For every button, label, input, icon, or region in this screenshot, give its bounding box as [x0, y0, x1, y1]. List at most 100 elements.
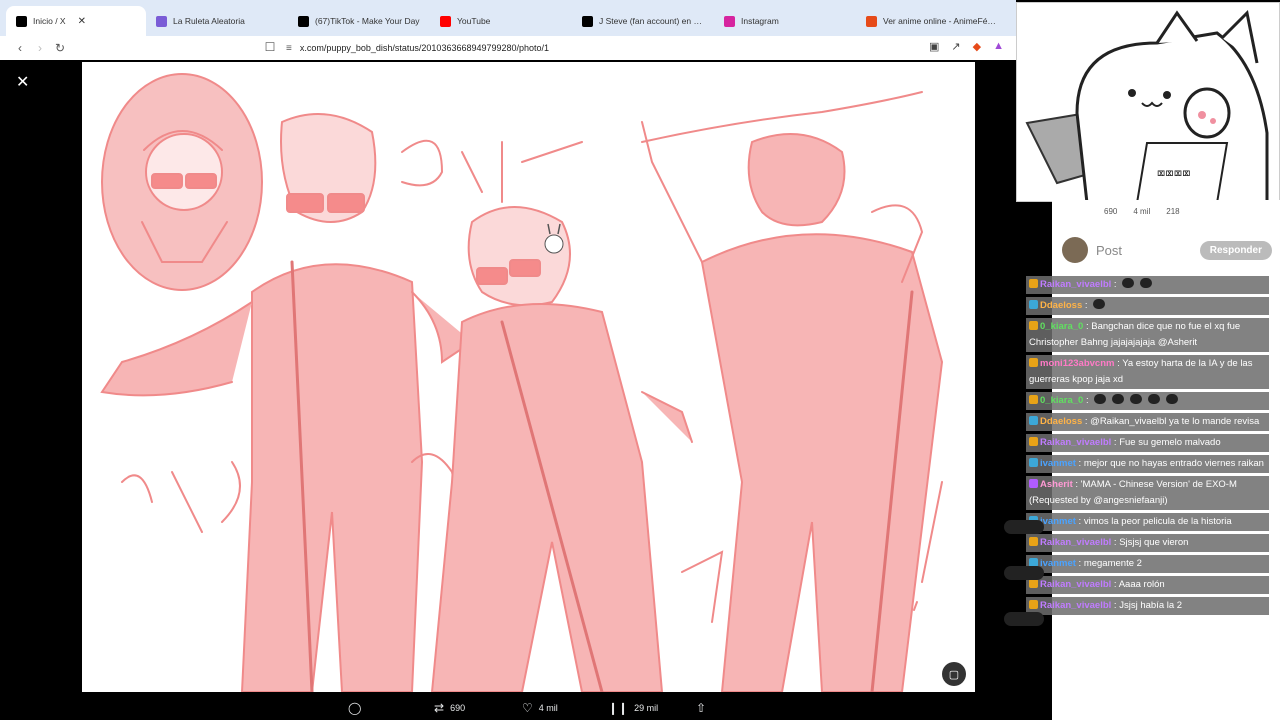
- browser-tab[interactable]: YouTube: [430, 6, 572, 36]
- share-icon[interactable]: ↗: [951, 40, 960, 53]
- expand-image-icon[interactable]: ▢: [942, 662, 966, 686]
- strip-like-count: 4 mil: [1133, 206, 1151, 216]
- reload-icon[interactable]: ↻: [50, 41, 70, 55]
- instagram-icon: [724, 15, 735, 27]
- post-actions-bar: ◯ ⇄ 690 ♡ 4 mil ❙❙ 29 mil ⇧: [0, 698, 1052, 720]
- chat-emote-icon: [1093, 299, 1106, 309]
- post-image[interactable]: [82, 62, 975, 692]
- address-bar[interactable]: ≡ x.com/puppy_bob_dish/status/2010363668…: [286, 38, 906, 58]
- post-placeholder[interactable]: Post: [1096, 243, 1122, 258]
- browser-toolbar: ‹ › ↻ ☐ ≡ x.com/puppy_bob_dish/status/20…: [0, 36, 1016, 60]
- chat-separator: :: [1072, 479, 1081, 490]
- like-button[interactable]: ♡ 4 mil: [522, 701, 558, 715]
- forward-icon[interactable]: ›: [30, 41, 50, 55]
- repost-icon: ⇄: [434, 701, 445, 715]
- bongo-cat-overlay: ⌧⌧⌧⌧: [1016, 2, 1280, 202]
- chat-username[interactable]: Raikan_vivaelbl: [1040, 437, 1111, 448]
- svg-text:⌧⌧⌧⌧: ⌧⌧⌧⌧: [1157, 166, 1191, 182]
- chat-username[interactable]: Asherit: [1040, 479, 1073, 490]
- chat-badge-icon: [1029, 358, 1038, 367]
- reply-composer: Post Responder: [1062, 236, 1272, 264]
- chat-text: Sjsjsj que vieron: [1119, 537, 1189, 548]
- chat-separator: :: [1082, 416, 1091, 427]
- chat-message: 0_kiara_0 : Bangchan dice que no fue el …: [1026, 318, 1269, 352]
- chat-message: Raikan_vivaelbl : Sjsjsj que vieron: [1026, 534, 1269, 552]
- chat-badge-icon: [1029, 479, 1038, 488]
- chat-username[interactable]: 0_kiara_0: [1040, 395, 1083, 406]
- tab-label: J Steve (fan account) en X: "wf: [599, 16, 704, 26]
- chat-text: @Raikan_vivaelbl ya te lo mande revisa: [1090, 416, 1260, 427]
- browser-tab[interactable]: (67)TikTok - Make Your Day: [288, 6, 430, 36]
- chat-username[interactable]: ivanmet: [1040, 458, 1076, 469]
- chat-text: vimos la peor pelicula de la historia: [1083, 516, 1232, 527]
- tweet-stats-strip: 690 4 mil 218: [1024, 202, 1274, 220]
- repost-button[interactable]: ⇄ 690: [434, 701, 465, 715]
- url-text: x.com/puppy_bob_dish/status/201036366894…: [299, 43, 550, 53]
- chat-separator: :: [1075, 458, 1084, 469]
- brave-shield-icon[interactable]: ◆: [973, 40, 981, 53]
- browser-tab[interactable]: Inicio / X ✕: [6, 6, 146, 36]
- chat-message: Ddaeloss : @Raikan_vivaelbl ya te lo man…: [1026, 413, 1269, 431]
- photo-viewer: ✕ ▢ ◯ ⇄ 690 ♡ 4 mil ❙❙ 29 mil ⇧: [0, 60, 1052, 720]
- views-button[interactable]: ❙❙ 29 mil: [608, 701, 658, 715]
- comment-icon: ◯: [348, 701, 362, 715]
- phoenix-icon: [866, 15, 877, 27]
- chat-username[interactable]: 0_kiara_0: [1040, 321, 1083, 332]
- chat-message: ivanmet : mejor que no hayas entrado vie…: [1026, 455, 1269, 473]
- chat-emote-icon: [1166, 394, 1179, 404]
- tab-label: Ver anime online - AnimeFénix: [883, 16, 996, 26]
- view-count: 29 mil: [634, 703, 659, 713]
- chat-text: mejor que no hayas entrado viernes raika…: [1083, 458, 1264, 469]
- chat-emote-icon: [1112, 394, 1125, 404]
- chat-text: Aaaa rolón: [1118, 579, 1165, 590]
- rewards-icon[interactable]: ▲: [993, 40, 1004, 53]
- browser-tab[interactable]: Ver anime online - AnimeFénix: [856, 6, 1006, 36]
- browser-tab[interactable]: J Steve (fan account) en X: "wf: [572, 6, 714, 36]
- tab-label: Instagram: [741, 16, 779, 26]
- close-tab-icon[interactable]: ✕: [78, 16, 86, 27]
- x-logo-icon: [16, 15, 27, 27]
- chat-emote-icon: [1122, 278, 1135, 288]
- x-logo-icon: [582, 15, 593, 27]
- repost-count: 690: [450, 703, 466, 713]
- site-info-icon[interactable]: ≡: [286, 43, 292, 54]
- back-icon[interactable]: ‹: [10, 41, 30, 55]
- chat-message: 0_kiara_0 :: [1026, 392, 1269, 410]
- browser-tab[interactable]: La Ruleta Aleatoria: [146, 6, 288, 36]
- chat-separator: :: [1082, 300, 1091, 311]
- share-post-button[interactable]: ⇧: [696, 701, 706, 715]
- browser-tab-bar: Inicio / X ✕ La Ruleta Aleatoria (67)TikTok…: [0, 0, 1016, 36]
- chat-username[interactable]: moni123abvcnm: [1040, 358, 1114, 369]
- tab-label: La Ruleta Aleatoria: [173, 16, 245, 26]
- chat-username[interactable]: Ddaeloss: [1040, 300, 1082, 311]
- chat-badge-icon: [1029, 300, 1038, 309]
- chat-username[interactable]: Raikan_vivaelbl: [1040, 279, 1111, 290]
- strip-repost-count: 690: [1104, 206, 1118, 216]
- reply-submit-button[interactable]: Responder: [1199, 240, 1272, 260]
- stream-chat: Raikan_vivaelbl : Ddaeloss : 0_kiara_0 :…: [1026, 276, 1269, 618]
- toolbar-actions: ▣ ↗ ◆ ▲: [929, 40, 1004, 53]
- chat-badge-icon: [1029, 395, 1038, 404]
- chat-username[interactable]: Ddaeloss: [1040, 416, 1082, 427]
- chat-separator: :: [1111, 579, 1119, 590]
- reply-button[interactable]: ◯: [348, 701, 361, 715]
- chat-message: Raikan_vivaelbl : Jsjsj había la 2: [1026, 597, 1269, 615]
- wheel-icon: [156, 15, 167, 27]
- bookmark-icon[interactable]: ☐: [260, 40, 280, 54]
- chat-emote-icon: [1130, 394, 1143, 404]
- tiktok-icon: [298, 15, 309, 27]
- browser-tab[interactable]: Instagram: [714, 6, 856, 36]
- chat-message: ivanmet : vimos la peor pelicula de la h…: [1026, 513, 1269, 531]
- chat-message: Asherit : 'MAMA - Chinese Version' de EX…: [1026, 476, 1269, 510]
- chat-message: Raikan_vivaelbl :: [1026, 276, 1269, 294]
- strip-view-count: 218: [1166, 206, 1180, 216]
- chat-message: ivanmet : megamente 2: [1026, 555, 1269, 573]
- analytics-icon: ❙❙: [608, 701, 629, 715]
- chat-separator: :: [1075, 516, 1084, 527]
- avatar: [1062, 237, 1088, 263]
- chat-badge-icon: [1029, 279, 1038, 288]
- chat-separator: :: [1111, 279, 1120, 290]
- chat-badge-icon: [1029, 416, 1038, 425]
- install-app-icon[interactable]: ▣: [929, 40, 939, 53]
- close-icon[interactable]: ✕: [16, 72, 29, 92]
